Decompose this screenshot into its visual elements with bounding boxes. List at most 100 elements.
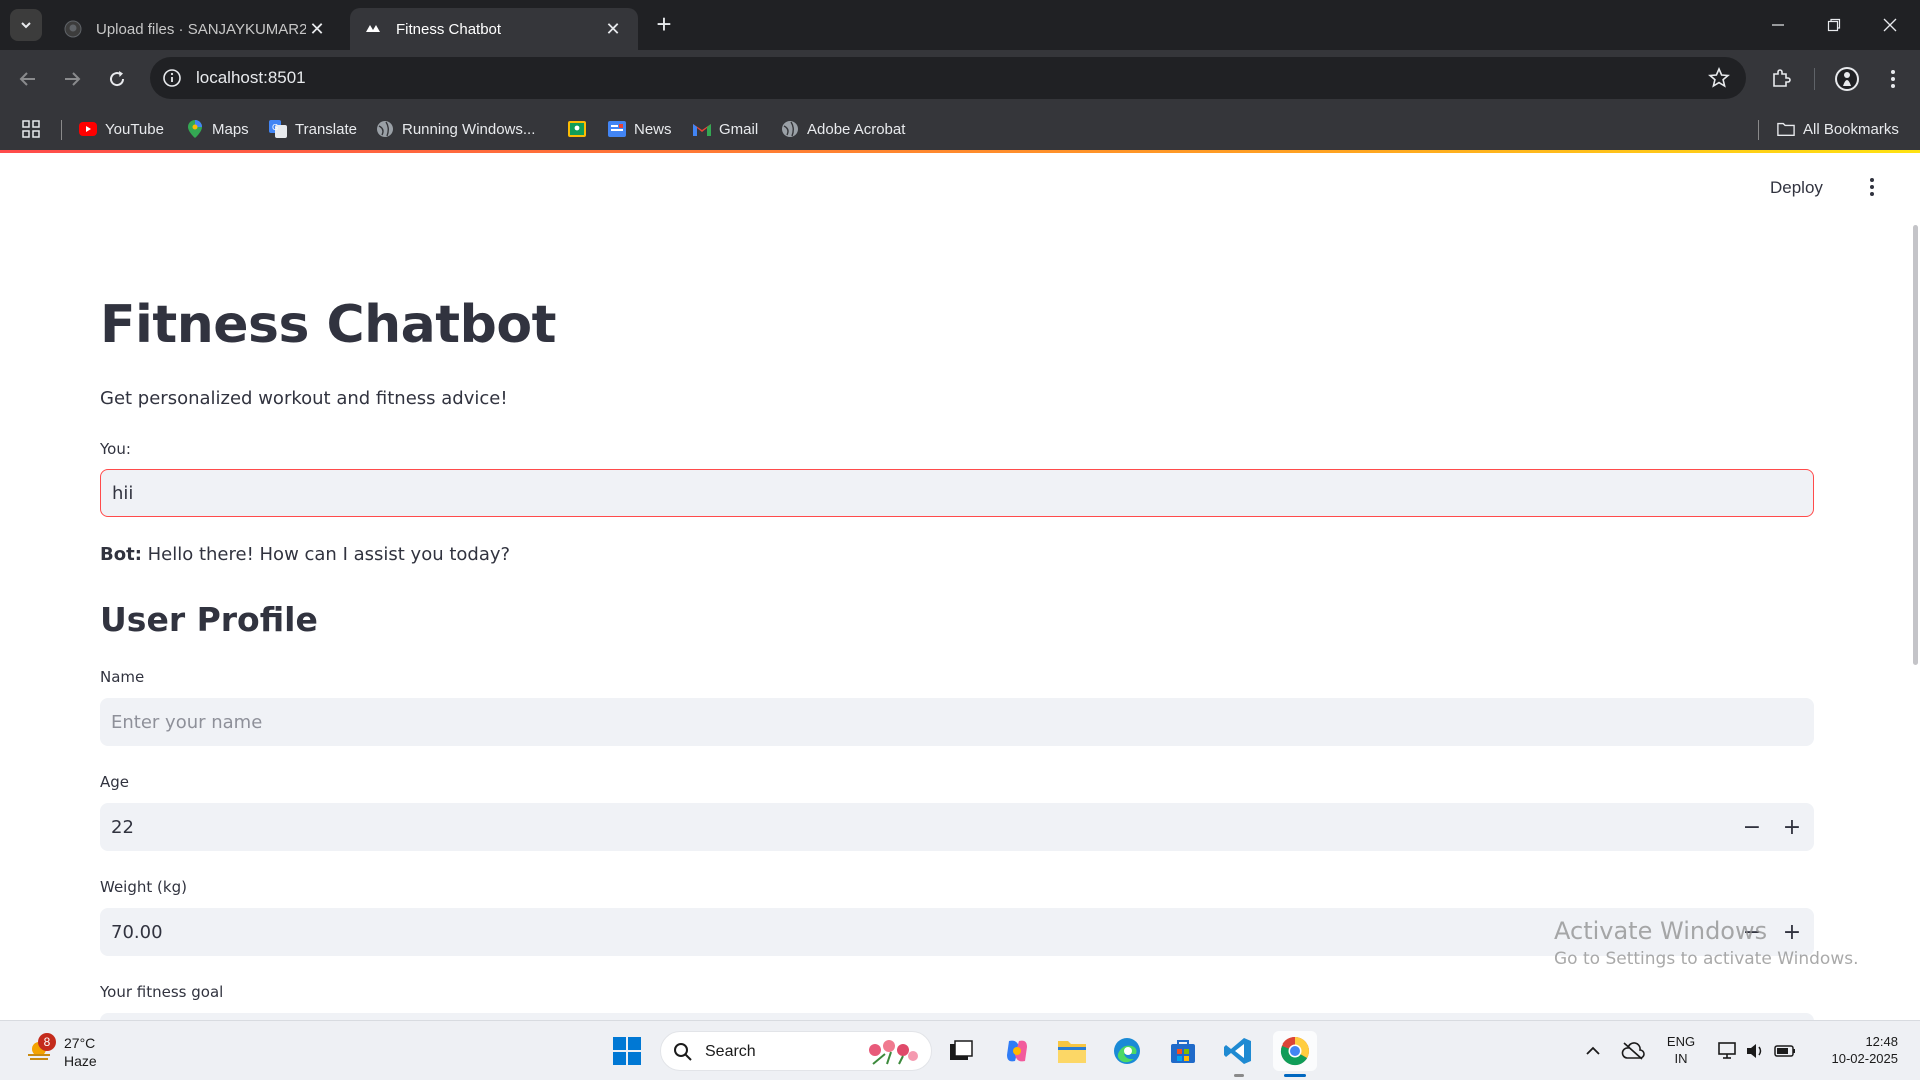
bookmark-youtube[interactable]: YouTube — [79, 117, 164, 141]
url-text[interactable]: localhost:8501 — [196, 68, 306, 88]
gmail-icon — [693, 120, 711, 138]
start-button[interactable] — [607, 1031, 647, 1071]
name-label: Name — [100, 668, 145, 686]
age-label: Age — [100, 773, 130, 791]
apps-grid-icon — [22, 120, 40, 138]
classroom-icon — [568, 120, 586, 138]
chrome-running-indicator — [1284, 1074, 1306, 1077]
weather-temperature: 27°C — [64, 1035, 96, 1051]
translate-icon: G — [269, 120, 287, 138]
globe-icon — [376, 120, 394, 138]
apps-button[interactable] — [22, 117, 40, 141]
globe-icon — [781, 120, 799, 138]
copilot-icon — [1007, 1040, 1027, 1062]
reload-button[interactable] — [102, 64, 132, 94]
activate-windows-subtitle: Go to Settings to activate Windows. — [1554, 949, 1859, 969]
search-label: Search — [705, 1043, 756, 1060]
volume-icon[interactable] — [1738, 1031, 1772, 1071]
clock-date: 10-02-2025 — [1831, 1051, 1899, 1066]
svg-text:G: G — [272, 123, 278, 132]
copilot-button[interactable] — [997, 1031, 1037, 1071]
bookmark-translate[interactable]: G Translate — [269, 117, 357, 141]
show-hidden-icons-button[interactable] — [1573, 1031, 1613, 1071]
onedrive-status-button[interactable] — [1613, 1031, 1653, 1071]
activate-windows-title: Activate Windows — [1554, 917, 1768, 945]
bookmark-adobe-acrobat[interactable]: Adobe Acrobat — [781, 117, 905, 141]
bookmark-label: News — [634, 120, 672, 138]
browser-toolbar: localhost:8501 — [0, 50, 1920, 108]
network-icon — [1718, 1042, 1736, 1059]
windows-taskbar: 8 27°C Haze Search ENG IN 12:48 10-02-20… — [0, 1020, 1920, 1080]
clock[interactable]: 12:48 10-02-2025 — [1812, 1033, 1899, 1067]
bookmark-maps[interactable]: Maps — [186, 117, 249, 141]
bookmark-running-windows[interactable]: Running Windows... — [376, 117, 535, 141]
close-tab-icon[interactable]: ✕ — [306, 18, 328, 40]
file-explorer-button[interactable] — [1052, 1031, 1092, 1071]
windows-logo-icon — [613, 1037, 641, 1065]
bot-message: Hello there! How can I assist you today? — [141, 544, 511, 565]
bookmark-gmail[interactable]: Gmail — [693, 117, 758, 141]
weather-widget[interactable]: 8 27°C Haze — [22, 1031, 112, 1071]
tab-title: Upload files · SANJAYKUMAR21 — [96, 20, 306, 38]
youtube-icon — [79, 120, 97, 138]
tab-search-button[interactable] — [10, 9, 42, 41]
weight-label: Weight (kg) — [100, 878, 187, 896]
main-menu-button[interactable] — [1862, 175, 1882, 199]
age-increment-button[interactable]: + — [1772, 803, 1812, 851]
close-tab-icon[interactable]: ✕ — [602, 18, 624, 40]
back-button[interactable] — [13, 64, 43, 94]
task-view-icon — [950, 1040, 973, 1060]
puzzle-icon — [1773, 69, 1791, 87]
bookmark-label: Running Windows... — [402, 120, 536, 138]
edge-button[interactable] — [1107, 1031, 1147, 1071]
clock-time: 12:48 — [1865, 1034, 1898, 1049]
new-tab-button[interactable]: + — [651, 11, 677, 38]
streamlit-icon — [364, 20, 382, 38]
arrow-left-icon — [19, 72, 35, 86]
age-decrement-button[interactable]: − — [1732, 803, 1772, 851]
chat-input[interactable]: hii — [100, 469, 1814, 517]
microsoft-store-button[interactable] — [1163, 1031, 1203, 1071]
minimize-icon[interactable] — [1750, 0, 1806, 50]
bookmark-label: Adobe Acrobat — [807, 120, 906, 138]
arrow-right-icon — [65, 72, 81, 86]
extensions-button[interactable] — [1766, 64, 1796, 94]
battery-icon[interactable] — [1768, 1031, 1802, 1071]
bookmark-star-icon[interactable] — [1708, 67, 1730, 89]
bot-label: Bot: — [100, 544, 142, 565]
fitness-goal-select[interactable] — [100, 1013, 1814, 1020]
close-window-icon[interactable] — [1862, 0, 1918, 50]
store-icon — [1171, 1040, 1195, 1063]
bookmark-separator — [61, 120, 62, 140]
all-bookmarks-button[interactable]: All Bookmarks — [1777, 117, 1899, 141]
taskbar-search[interactable]: Search — [660, 1031, 932, 1071]
vscode-button[interactable] — [1218, 1031, 1258, 1071]
edge-icon — [1114, 1038, 1140, 1064]
profile-button[interactable] — [1832, 64, 1862, 94]
streamlit-app: Deploy Fitness Chatbot Get personalized … — [0, 153, 1920, 1020]
age-input[interactable]: 22 — [100, 803, 1814, 851]
you-label: You: — [100, 440, 131, 458]
user-profile-heading: User Profile — [100, 600, 318, 639]
avatar-icon — [1835, 67, 1859, 91]
chrome-button[interactable] — [1273, 1031, 1317, 1071]
task-view-button[interactable] — [941, 1031, 981, 1071]
deploy-button[interactable]: Deploy — [1770, 178, 1823, 198]
tab-fitness-chatbot[interactable]: Fitness Chatbot ✕ — [350, 8, 638, 50]
bookmark-news[interactable]: News — [608, 117, 672, 141]
tab-upload-files[interactable]: Upload files · SANJAYKUMAR21 ✕ — [50, 8, 342, 50]
address-bar[interactable]: localhost:8501 — [150, 57, 1746, 99]
bookmark-label: Maps — [212, 120, 249, 138]
bookmark-classroom[interactable] — [568, 117, 594, 141]
restore-icon[interactable] — [1806, 0, 1862, 50]
name-input[interactable]: Enter your name — [100, 698, 1814, 746]
fitness-goal-label: Your fitness goal — [100, 983, 224, 1001]
bookmark-label: YouTube — [105, 120, 164, 138]
forward-button[interactable] — [57, 64, 87, 94]
language-indicator[interactable]: ENG IN — [1664, 1033, 1698, 1067]
chrome-menu-button[interactable] — [1878, 64, 1908, 94]
chat-input-value: hii — [112, 482, 134, 504]
info-icon[interactable] — [162, 68, 182, 88]
all-bookmarks-label: All Bookmarks — [1803, 120, 1899, 138]
page-scrollbar[interactable] — [1913, 225, 1918, 665]
